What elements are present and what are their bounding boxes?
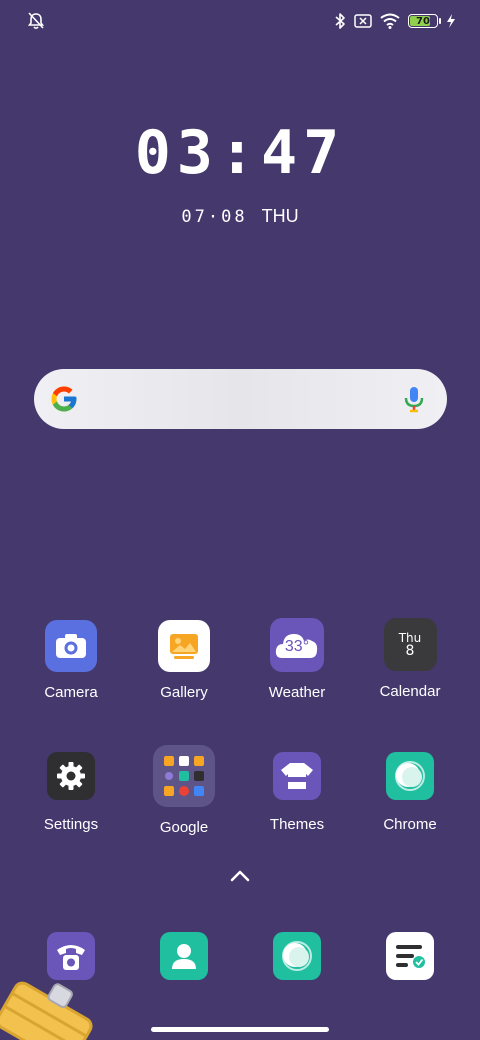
app-label: Camera xyxy=(44,684,98,701)
camera-icon xyxy=(45,620,97,672)
google-search-bar[interactable] xyxy=(34,369,447,429)
app-label: Calendar xyxy=(379,683,441,700)
battery-level: 70 xyxy=(416,15,430,27)
gesture-home-bar[interactable] xyxy=(151,1027,329,1032)
browser-icon xyxy=(273,932,321,980)
luggage-sticker-icon xyxy=(0,981,93,1040)
app-google-folder[interactable]: Google xyxy=(134,745,234,836)
app-calendar[interactable]: Thu 8 Calendar xyxy=(360,618,460,700)
battery-indicator: 70 xyxy=(408,14,441,28)
app-label: Gallery xyxy=(160,684,208,701)
status-bar: 70 xyxy=(0,0,480,44)
contacts-icon xyxy=(160,932,208,980)
calendar-day-num: 8 xyxy=(405,642,415,659)
notifications-off-icon xyxy=(27,12,45,30)
app-label: Chrome xyxy=(383,816,437,833)
chevron-up-icon[interactable] xyxy=(228,866,252,886)
themes-icon xyxy=(273,752,321,800)
dock-notes[interactable] xyxy=(360,932,460,980)
date-value: 07·08 xyxy=(181,207,248,227)
app-camera[interactable]: Camera xyxy=(21,620,121,701)
gear-icon xyxy=(47,752,95,800)
calendar-icon: Thu 8 xyxy=(383,618,437,671)
app-weather[interactable]: 33° Weather xyxy=(247,618,347,701)
app-settings[interactable]: Settings xyxy=(21,752,121,833)
app-chrome[interactable]: Chrome xyxy=(360,752,460,833)
mic-icon[interactable] xyxy=(403,385,425,413)
bluetooth-icon xyxy=(335,13,345,29)
clock-date[interactable]: 07·08 THU xyxy=(0,206,480,227)
app-label: Themes xyxy=(269,816,325,833)
google-g-icon xyxy=(51,386,77,412)
chrome-icon xyxy=(386,752,434,800)
app-label: Settings xyxy=(43,816,99,833)
folder-icon xyxy=(153,745,215,807)
clock-time[interactable]: 03:47 xyxy=(0,118,480,188)
weather-icon: 33° xyxy=(270,618,324,672)
app-themes[interactable]: Themes xyxy=(247,752,347,833)
app-label: Weather xyxy=(268,684,326,701)
notes-icon xyxy=(386,932,434,980)
app-gallery[interactable]: Gallery xyxy=(134,620,234,701)
dock-browser[interactable] xyxy=(247,932,347,980)
wifi-icon xyxy=(380,13,400,29)
dock-contacts[interactable] xyxy=(134,932,234,980)
no-sim-icon xyxy=(354,14,372,28)
calendar-day-abbr: Thu xyxy=(398,630,422,645)
app-label: Google xyxy=(159,819,209,836)
gallery-icon xyxy=(158,620,210,672)
weather-temp: 33° xyxy=(284,638,310,655)
bolt-icon xyxy=(447,14,455,28)
weekday-value: THU xyxy=(261,206,299,226)
